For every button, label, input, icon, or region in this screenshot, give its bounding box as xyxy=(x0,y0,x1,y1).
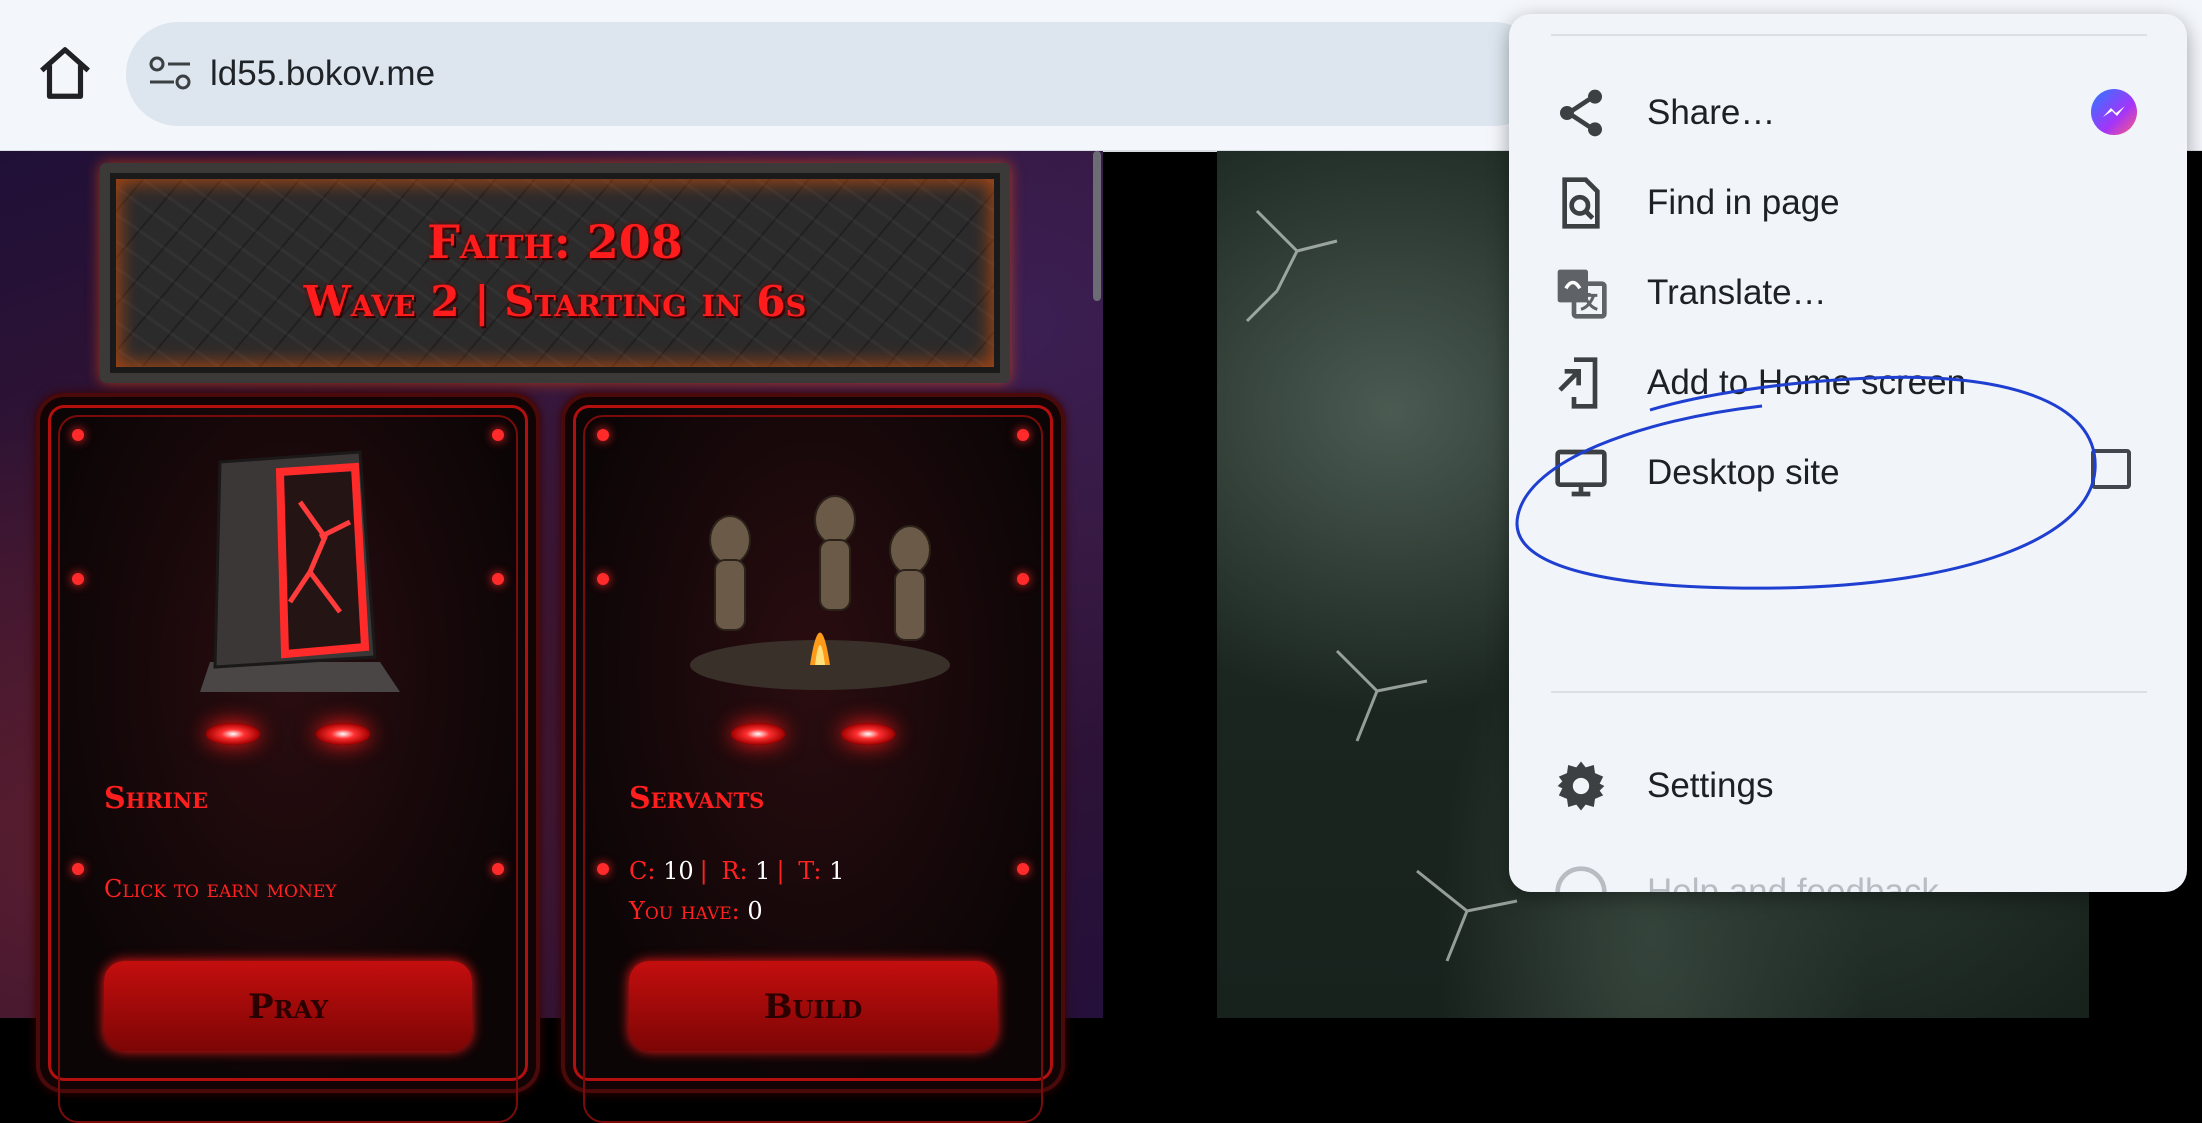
r-value: 1 xyxy=(755,857,771,885)
have-label: You have: xyxy=(629,897,740,925)
c-value: 10 xyxy=(663,857,694,885)
ornament xyxy=(1017,573,1029,585)
ornament xyxy=(1017,429,1029,441)
build-button[interactable]: Build xyxy=(629,961,997,1051)
wave-status: Wave 2 | Starting in 6s xyxy=(303,277,807,326)
home-icon[interactable] xyxy=(34,42,96,104)
ornament xyxy=(597,429,609,441)
divider xyxy=(1551,34,2147,36)
divider xyxy=(1551,691,2147,693)
address-bar[interactable]: ld55.bokov.me xyxy=(126,22,1546,126)
servants-title: Servants xyxy=(629,781,765,816)
t-value: 1 xyxy=(829,857,845,885)
build-button-label: Build xyxy=(763,987,863,1027)
add-to-home-icon xyxy=(1553,355,1609,411)
pray-button-label: Pray xyxy=(247,987,329,1027)
menu-item-label: Help and feedback xyxy=(1647,872,1939,892)
overflow-menu: Share… Find in page Translate… Add to Ho… xyxy=(1509,14,2187,892)
tune-icon[interactable] xyxy=(148,56,192,92)
glowing-eye xyxy=(731,723,785,745)
pray-button[interactable]: Pray xyxy=(104,961,472,1051)
desktop-site-checkbox[interactable] xyxy=(2091,449,2131,489)
menu-item-desktop-site[interactable]: Desktop site xyxy=(1509,418,2187,528)
shrine-title: Shrine xyxy=(104,781,208,816)
monitor-icon xyxy=(1553,445,1609,501)
status-banner: Faith: 208 Wave 2 | Starting in 6s xyxy=(100,163,1010,383)
menu-item-help[interactable]: Help and feedback xyxy=(1509,837,2187,892)
have-value: 0 xyxy=(747,897,763,925)
c-label: C: xyxy=(629,857,656,885)
ornament xyxy=(492,863,504,875)
url-text[interactable]: ld55.bokov.me xyxy=(210,22,435,126)
find-in-page-icon xyxy=(1553,175,1609,231)
t-label: T: xyxy=(798,857,822,885)
menu-item-label: Desktop site xyxy=(1647,453,1840,492)
ornament xyxy=(72,429,84,441)
ornament xyxy=(72,863,84,875)
r-label: R: xyxy=(721,857,748,885)
gear-icon xyxy=(1553,758,1609,814)
ornament xyxy=(1017,863,1029,875)
ornament xyxy=(597,863,609,875)
ornament xyxy=(492,573,504,585)
menu-item-label: Settings xyxy=(1647,766,1774,805)
menu-item-settings[interactable]: Settings xyxy=(1509,731,2187,841)
help-icon xyxy=(1553,864,1609,892)
shrine-description: Click to earn money xyxy=(104,875,337,903)
share-icon xyxy=(1553,85,1609,141)
glowing-eye xyxy=(206,723,260,745)
glowing-eye xyxy=(841,723,895,745)
faith-counter: Faith: 208 xyxy=(427,215,683,269)
ornament xyxy=(597,573,609,585)
glowing-eye xyxy=(316,723,370,745)
scrollbar[interactable] xyxy=(1093,151,1101,301)
servants-image xyxy=(670,480,970,700)
ornament xyxy=(72,573,84,585)
ornament xyxy=(492,429,504,441)
servants-stats: C: 10 | R: 1 | T: 1 You have: 0 xyxy=(629,857,845,925)
shrine-image xyxy=(190,442,410,712)
translate-icon xyxy=(1553,265,1609,321)
messenger-icon[interactable] xyxy=(2091,89,2137,135)
